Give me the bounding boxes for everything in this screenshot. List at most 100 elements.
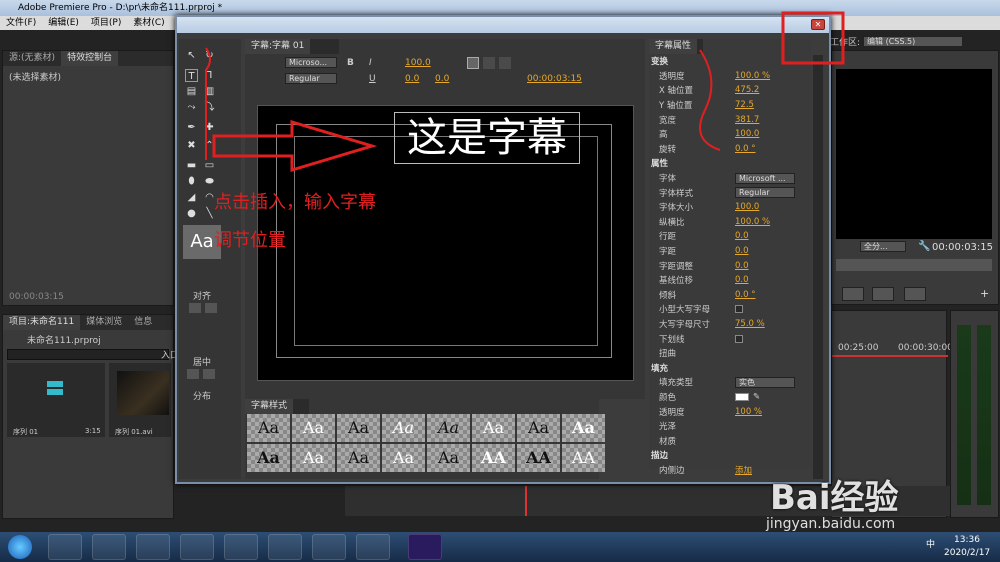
- property-value[interactable]: 381.7: [735, 115, 759, 125]
- style-swatch[interactable]: Aa: [337, 414, 380, 442]
- property-value[interactable]: 100.0: [735, 129, 759, 139]
- wedge-tool-icon[interactable]: ◢: [185, 191, 198, 204]
- menu-file[interactable]: 文件(F): [0, 16, 42, 30]
- tab-effect-controls[interactable]: 特效控制台: [61, 51, 119, 66]
- titler-timecode[interactable]: 00:00:03:15: [527, 74, 582, 84]
- project-search-input[interactable]: [7, 349, 169, 360]
- eyedropper-icon[interactable]: ✎: [753, 392, 760, 402]
- property-select[interactable]: Microsoft ...: [735, 172, 795, 184]
- align-center-text-icon[interactable]: [483, 57, 495, 69]
- leading-value[interactable]: 0.0: [435, 74, 449, 84]
- style-swatch[interactable]: Aa: [427, 414, 470, 442]
- align-right-icon[interactable]: [205, 303, 217, 313]
- premiere-taskbar-icon[interactable]: [408, 534, 442, 560]
- tab-info[interactable]: 信息: [128, 315, 158, 330]
- property-label[interactable]: 属性: [649, 157, 735, 169]
- title-text-object[interactable]: 这是字幕: [394, 112, 580, 164]
- property-label[interactable]: 填充: [649, 362, 735, 374]
- bold-button[interactable]: B: [347, 58, 354, 68]
- property-label[interactable]: 变换: [649, 55, 735, 67]
- property-value[interactable]: 0.0: [735, 231, 749, 241]
- property-label[interactable]: 描边: [649, 449, 735, 461]
- convert-anchor-icon[interactable]: ⌃: [203, 139, 216, 152]
- firefox-icon[interactable]: [180, 534, 214, 560]
- property-value[interactable]: 72.5: [735, 100, 754, 110]
- close-icon[interactable]: ✕: [811, 19, 825, 30]
- style-swatch[interactable]: Aa: [292, 444, 335, 472]
- playhead[interactable]: [525, 486, 527, 516]
- ie-icon[interactable]: [48, 534, 82, 560]
- property-checkbox[interactable]: [735, 334, 743, 343]
- font-size-value[interactable]: 100.0: [405, 58, 431, 68]
- style-swatch[interactable]: Aa: [562, 414, 605, 442]
- property-label[interactable]: 光泽: [649, 420, 735, 432]
- paint-icon[interactable]: [268, 534, 302, 560]
- fit-select[interactable]: 全分...: [860, 241, 906, 252]
- add-button-icon[interactable]: +: [980, 287, 989, 300]
- tab-title-properties[interactable]: 字幕属性: [649, 39, 698, 54]
- media-icon[interactable]: [136, 534, 170, 560]
- style-swatch[interactable]: Aa: [517, 414, 560, 442]
- delete-anchor-icon[interactable]: ✖: [185, 139, 198, 152]
- align-right-text-icon[interactable]: [499, 57, 511, 69]
- property-value[interactable]: 75.0 %: [735, 319, 765, 329]
- rounded-rect-tool-icon[interactable]: ▭: [203, 159, 216, 172]
- kerning-value[interactable]: 0.0: [405, 74, 419, 84]
- export-frame-button[interactable]: [904, 287, 926, 301]
- menu-project[interactable]: 项目(P): [85, 16, 127, 30]
- explorer-icon[interactable]: [92, 534, 126, 560]
- rectangle-tool-icon[interactable]: ▬: [185, 159, 198, 172]
- property-value[interactable]: 添加: [735, 464, 752, 476]
- youdao-icon[interactable]: [356, 534, 390, 560]
- area-type-tool-icon[interactable]: ▤: [185, 85, 198, 98]
- menu-edit[interactable]: 编辑(E): [42, 16, 85, 30]
- extract-button[interactable]: [872, 287, 894, 301]
- property-value[interactable]: 0.0: [735, 246, 749, 256]
- tab-title-01[interactable]: 字幕:字幕 01: [245, 39, 311, 54]
- clipped-corner-icon[interactable]: ⬮: [185, 175, 198, 188]
- property-value[interactable]: 0.0: [735, 261, 749, 271]
- font-family-select[interactable]: Microso...: [285, 57, 337, 68]
- style-swatch[interactable]: Aa: [247, 414, 290, 442]
- style-swatch[interactable]: AA: [517, 444, 560, 472]
- property-value[interactable]: 100.0 %: [735, 217, 770, 227]
- tab-source[interactable]: 源:(无素材): [3, 51, 61, 66]
- menu-clip[interactable]: 素材(C): [127, 16, 170, 30]
- italic-button[interactable]: I: [369, 58, 372, 68]
- rounded-corner-icon[interactable]: ⬬: [203, 175, 216, 188]
- workspace-select[interactable]: 编辑 (CSS.5): [863, 35, 964, 47]
- center-horizontal-icon[interactable]: [187, 369, 199, 379]
- property-value[interactable]: 475.2: [735, 85, 759, 95]
- ellipse-tool-icon[interactable]: ●: [185, 207, 198, 220]
- property-select[interactable]: 实色: [735, 376, 795, 388]
- start-button-icon[interactable]: [8, 535, 32, 559]
- property-value[interactable]: 0.0: [735, 275, 749, 285]
- align-left-icon[interactable]: [189, 303, 201, 313]
- style-swatch[interactable]: AA: [562, 444, 605, 472]
- vertical-path-type-icon[interactable]: ⤵: [203, 101, 216, 114]
- property-value[interactable]: 100.0: [735, 202, 759, 212]
- lift-button[interactable]: [842, 287, 864, 301]
- add-anchor-icon[interactable]: ✚: [203, 121, 216, 134]
- style-swatch[interactable]: Aa: [247, 444, 290, 472]
- center-vertical-icon[interactable]: [203, 369, 215, 379]
- property-label[interactable]: 材质: [649, 435, 735, 447]
- style-swatch[interactable]: Aa: [427, 444, 470, 472]
- vertical-type-tool-icon[interactable]: Ꞁ: [203, 69, 216, 82]
- property-value[interactable]: 100.0 %: [735, 71, 770, 81]
- style-swatch[interactable]: Aa: [382, 444, 425, 472]
- property-checkbox[interactable]: [735, 305, 743, 314]
- property-label[interactable]: 扭曲: [649, 347, 735, 359]
- pen-tool-icon[interactable]: ✒: [185, 121, 198, 134]
- project-item-sequence[interactable]: 序列 01 3:15: [7, 363, 105, 437]
- style-swatch[interactable]: Aa: [292, 414, 335, 442]
- wrench-icon[interactable]: 🔧: [918, 241, 930, 252]
- selection-tool-icon[interactable]: ↖: [185, 49, 198, 62]
- type-tool-icon[interactable]: T: [185, 69, 198, 82]
- color-swatch[interactable]: [735, 392, 749, 401]
- rotate-tool-icon[interactable]: ↻: [203, 49, 216, 62]
- project-item-avi[interactable]: 序列 01.avi: [109, 363, 171, 437]
- property-value[interactable]: 100 %: [735, 407, 762, 417]
- property-value[interactable]: 0.0 °: [735, 144, 755, 154]
- style-swatch[interactable]: Aa: [337, 444, 380, 472]
